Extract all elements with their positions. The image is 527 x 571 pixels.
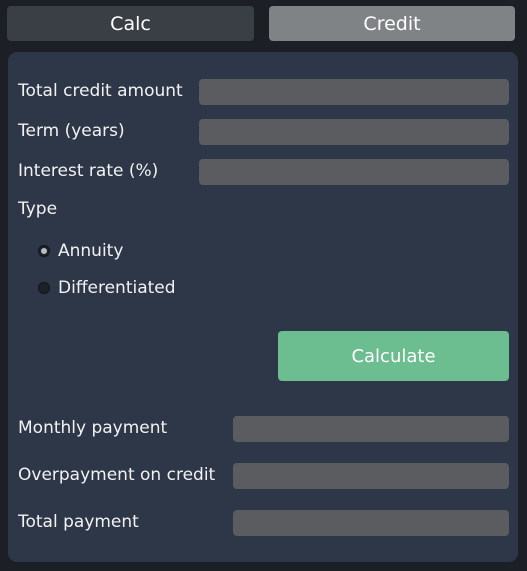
interest-rate-input[interactable] [199, 159, 509, 185]
tab-calc-label: Calc [110, 12, 151, 35]
calculate-button-label: Calculate [351, 345, 436, 367]
total-credit-label: Total credit amount [18, 81, 183, 101]
radio-dot-icon [41, 248, 47, 254]
total-payment-field[interactable] [233, 510, 509, 536]
radio-annuity-selected-icon[interactable] [38, 245, 50, 257]
overpayment-label: Overpayment on credit [18, 465, 216, 485]
term-input[interactable] [199, 119, 509, 145]
radio-annuity[interactable]: Annuity [38, 240, 123, 262]
tab-calc[interactable]: Calc [7, 6, 254, 41]
radio-differentiated-label: Differentiated [58, 278, 176, 298]
total-payment-label: Total payment [18, 512, 139, 532]
interest-rate-label: Interest rate (%) [18, 161, 159, 181]
total-credit-input[interactable] [199, 79, 509, 105]
monthly-payment-field[interactable] [233, 416, 509, 442]
radio-differentiated-icon[interactable] [38, 282, 50, 294]
overpayment-field[interactable] [233, 463, 509, 489]
calculate-button[interactable]: Calculate [278, 331, 509, 381]
radio-differentiated[interactable]: Differentiated [38, 277, 176, 299]
tab-credit-label: Credit [363, 12, 421, 35]
tab-credit[interactable]: Credit [269, 6, 515, 41]
app-window: Calc Credit Total credit amount Term (ye… [0, 0, 527, 571]
credit-panel: Total credit amount Term (years) Interes… [8, 52, 518, 562]
type-label: Type [18, 199, 58, 219]
term-label: Term (years) [18, 121, 125, 141]
radio-annuity-label: Annuity [58, 241, 124, 261]
monthly-payment-label: Monthly payment [18, 418, 168, 438]
